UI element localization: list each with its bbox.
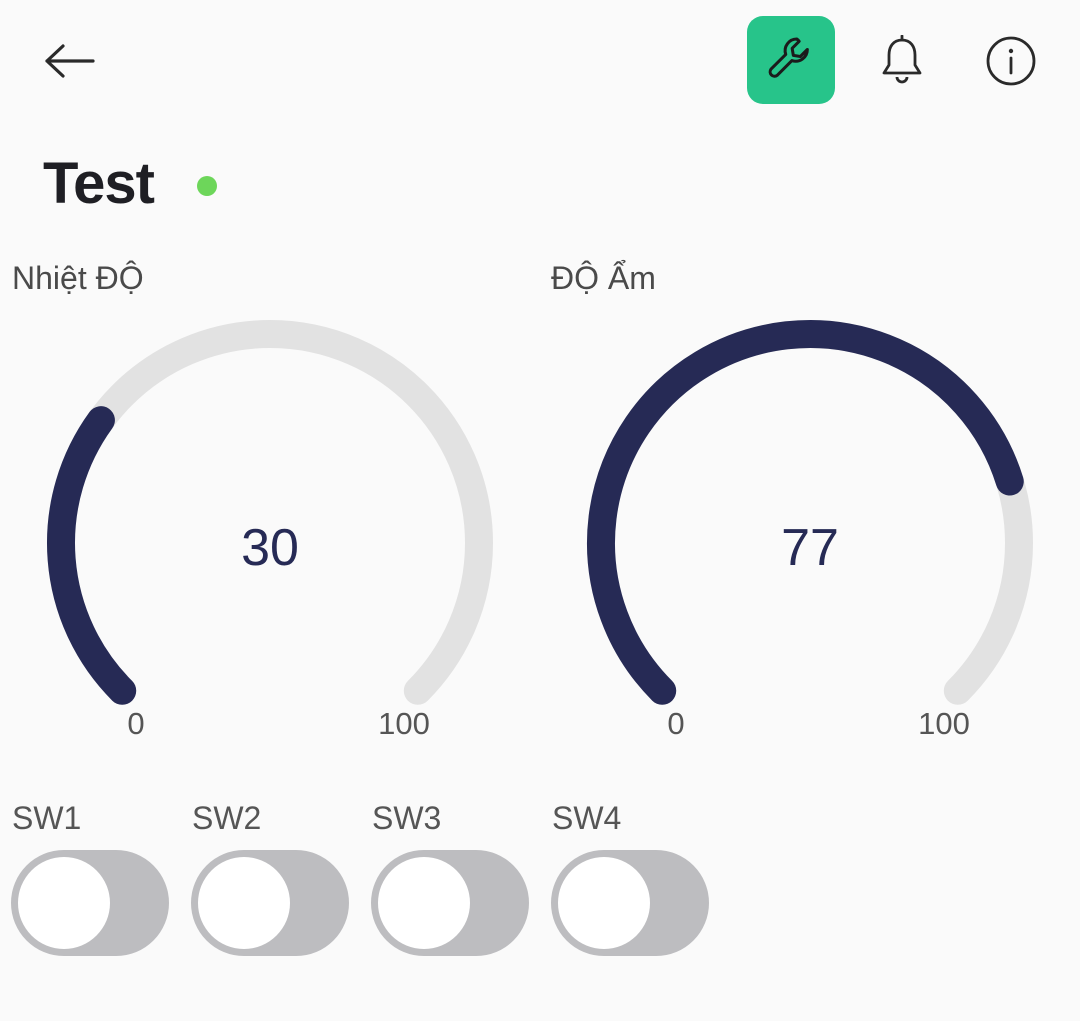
- toggle-sw2[interactable]: [191, 850, 349, 956]
- toggle-knob: [198, 857, 290, 949]
- temperature-gauge-fill: [47, 406, 137, 705]
- device-title: Test: [43, 151, 155, 216]
- info-button[interactable]: [980, 30, 1042, 92]
- toggle-knob: [378, 857, 470, 949]
- gauge-label-humidity: ĐỘ Ẩm: [551, 260, 656, 296]
- toggle-sw3[interactable]: [371, 850, 529, 956]
- temperature-gauge-track: [47, 320, 493, 705]
- back-button[interactable]: [40, 36, 98, 86]
- gauges-canvas: [47, 320, 1033, 705]
- switch-label-sw3: SW3: [372, 800, 442, 836]
- gauge-label-temperature: Nhiệt ĐỘ: [12, 260, 144, 296]
- device-dashboard: Test Nhiệt ĐỘ 30 0 100 ĐỘ Ẩm 77 0 100 SW…: [0, 0, 1080, 1021]
- switch-label-sw1: SW1: [12, 800, 82, 836]
- switch-label-sw4: SW4: [552, 800, 622, 836]
- bell-icon: [882, 35, 922, 84]
- info-icon: [986, 36, 1036, 86]
- temperature-min-label: 0: [127, 706, 145, 741]
- temperature-max-label: 100: [378, 706, 430, 741]
- humidity-max-label: 100: [918, 706, 970, 741]
- notifications-button[interactable]: [870, 28, 934, 92]
- temperature-value: 30: [241, 519, 299, 577]
- humidity-gauge-fill: [587, 320, 1024, 705]
- humidity-min-label: 0: [667, 706, 685, 741]
- wrench-icon: [768, 37, 809, 78]
- toggle-knob: [558, 857, 650, 949]
- arrow-left-icon: [45, 44, 95, 78]
- toggle-knob: [18, 857, 110, 949]
- humidity-gauge-track: [587, 320, 1033, 705]
- switch-label-sw2: SW2: [192, 800, 262, 836]
- status-indicator: [197, 176, 217, 196]
- toggle-sw1[interactable]: [11, 850, 169, 956]
- settings-tool-button[interactable]: [747, 16, 835, 104]
- humidity-value: 77: [781, 519, 839, 577]
- toggle-sw4[interactable]: [551, 850, 709, 956]
